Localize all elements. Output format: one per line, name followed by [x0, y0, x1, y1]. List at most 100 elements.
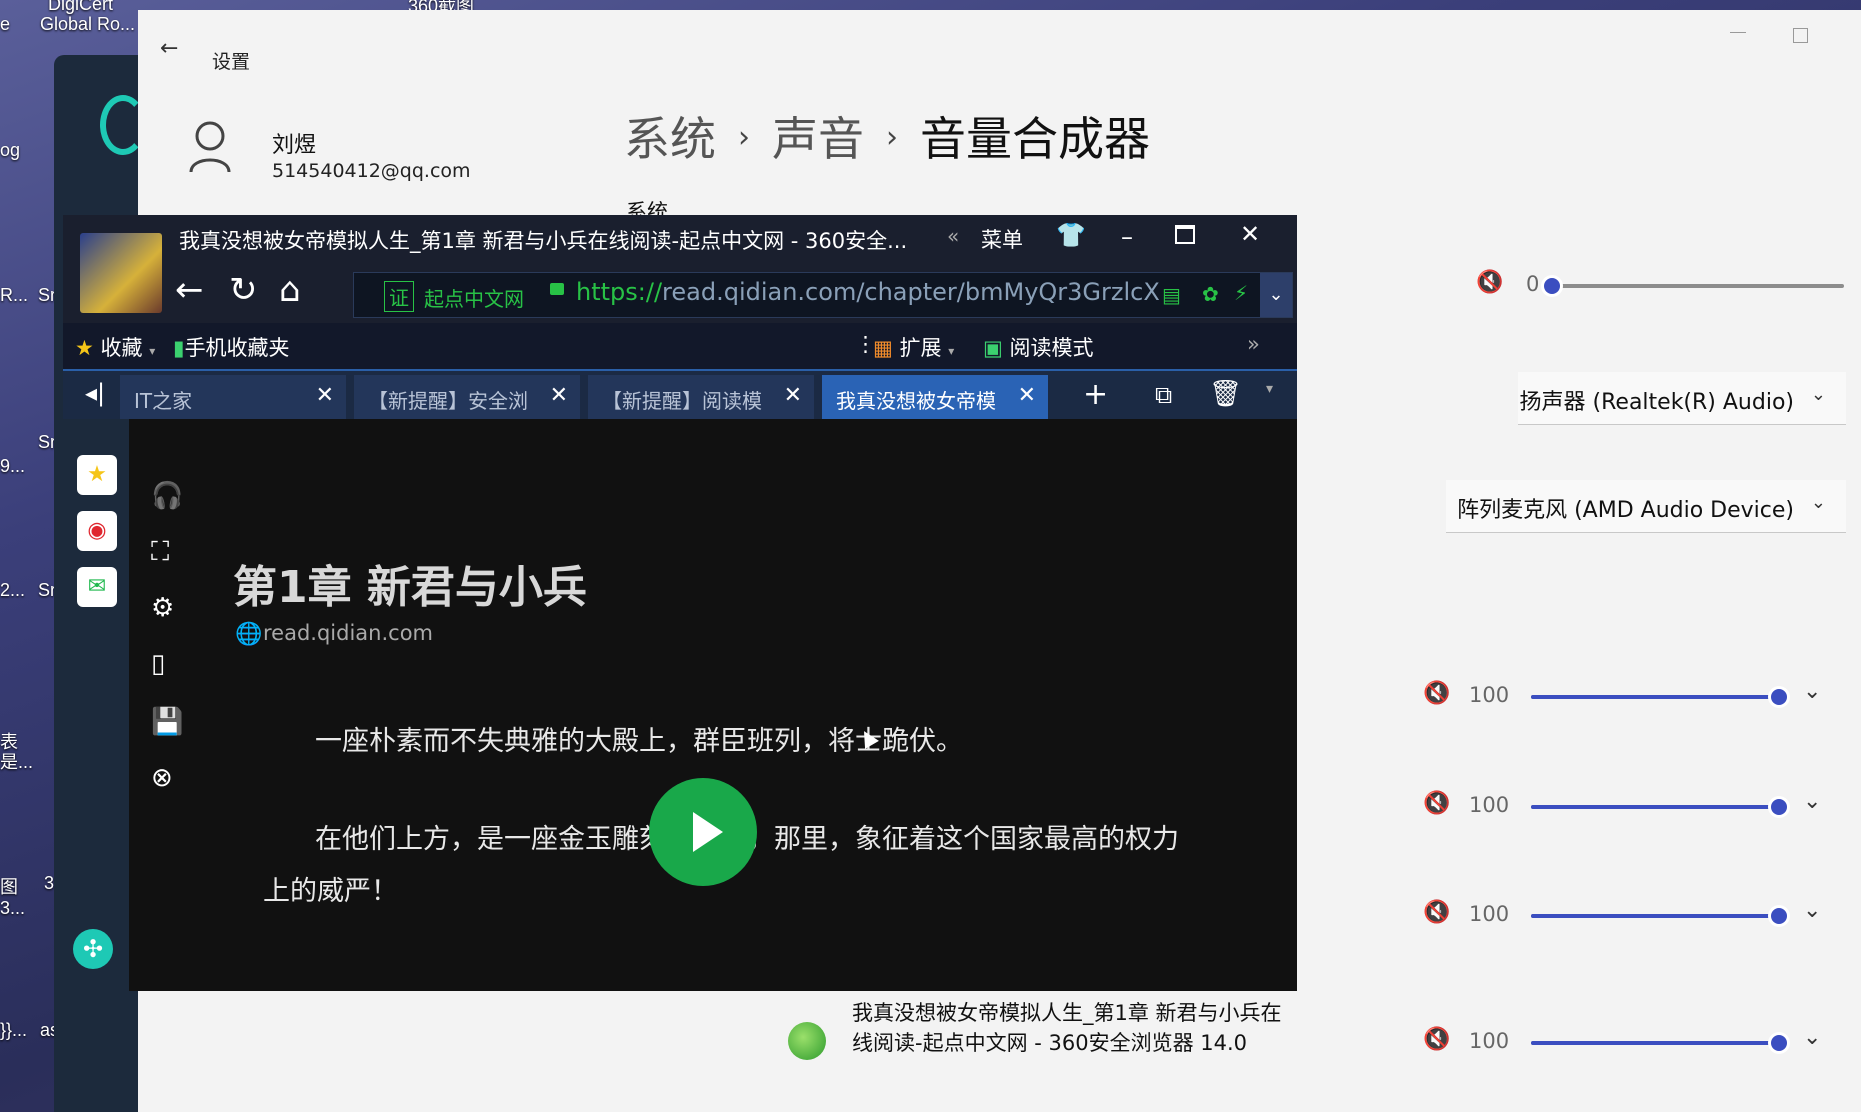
desktop-label[interactable]: Global Ro... [40, 14, 135, 35]
back-arrow-icon[interactable]: ← [160, 38, 178, 60]
skin-shirt-icon[interactable]: 👕 [1056, 221, 1086, 249]
user-name[interactable]: 刘煜 [272, 127, 316, 159]
maximize-button[interactable] [1175, 225, 1195, 244]
app-volume-slider[interactable] [1531, 799, 1787, 815]
app-volume-row: 🔇 100 ⌄ [1423, 896, 1853, 936]
close-circle-icon[interactable]: ⊗ [151, 763, 173, 793]
tab[interactable]: IT之家 ✕ [120, 375, 346, 419]
slider-thumb[interactable] [1544, 278, 1560, 294]
app-volume-slider[interactable] [1531, 908, 1787, 924]
tab-label: IT之家 [134, 389, 193, 413]
minimize-button[interactable]: – [1121, 223, 1133, 251]
lightning-icon[interactable]: ⚡ [1234, 281, 1248, 305]
breadcrumb-item-sound[interactable]: 声音 [772, 112, 864, 166]
home-icon[interactable]: ⌂ [279, 273, 301, 307]
slider-thumb[interactable] [1771, 908, 1787, 924]
desktop-label[interactable]: og [0, 140, 20, 161]
desktop-label[interactable]: 是... [0, 748, 33, 774]
mute-icon[interactable]: 🔇 [1423, 1027, 1450, 1052]
reload-icon[interactable]: ↻ [229, 273, 258, 307]
double-chevron-left-icon[interactable]: « [947, 224, 959, 248]
reading-mode-button[interactable]: ▣ 阅读模式 [983, 332, 1094, 362]
favorites-button[interactable]: ★ 收藏 ▾ [75, 332, 155, 362]
reader-view-icon[interactable]: ▤ [1162, 283, 1181, 307]
chevron-down-icon: ⌄ [1810, 384, 1826, 405]
double-chevron-right-icon[interactable]: » [1247, 332, 1260, 356]
mute-icon[interactable]: 🔇 [1423, 900, 1450, 925]
output-device-dropdown[interactable]: 扬声器 (Realtek(R) Audio) ⌄ [1518, 372, 1846, 425]
close-tab-icon[interactable]: ✕ [1018, 383, 1036, 408]
sidebar-toggle-icon[interactable]: ◂| [85, 379, 105, 407]
slider-thumb[interactable] [1771, 689, 1787, 705]
input-device-dropdown[interactable]: 阵列麦克风 (AMD Audio Device) ⌄ [1446, 480, 1846, 533]
app-volume-slider[interactable] [1531, 1035, 1787, 1051]
desktop-label[interactable]: DigiCert [48, 0, 113, 15]
minimize-button[interactable] [1730, 32, 1746, 33]
chevron-down-icon[interactable]: ⌄ [1260, 273, 1292, 317]
close-tab-icon[interactable]: ✕ [784, 383, 802, 408]
restore-tabs-icon[interactable]: ⧉ [1155, 381, 1172, 409]
settings-gear-icon[interactable]: ⚙ [151, 593, 174, 623]
phone-icon[interactable]: ▯ [151, 649, 165, 679]
address-bar[interactable]: 证 起点中文网 https://read.qidian.com/chapter/… [353, 272, 1293, 318]
volume-value: 100 [1469, 902, 1510, 926]
url-text[interactable]: https://read.qidian.com/chapter/bmMyQr3G… [576, 278, 1160, 306]
star-icon: ★ [75, 336, 94, 360]
close-tab-icon[interactable]: ✕ [550, 383, 568, 408]
mute-icon[interactable]: 🔇 [1423, 681, 1450, 706]
menu-button[interactable]: 菜单 [981, 224, 1023, 254]
desktop-label[interactable]: R... [0, 285, 28, 306]
chevron-down-icon[interactable]: ⌄ [1803, 1025, 1821, 1050]
mobile-favorites-label: 手机收藏夹 [184, 336, 290, 360]
extensions-button[interactable]: ▦ 扩展 ▾ [873, 332, 954, 362]
chevron-down-icon[interactable]: ⌄ [1803, 898, 1821, 923]
tab-bar: ◂| IT之家 ✕ 【新提醒】安全浏 ✕ 【新提醒】阅读模 ✕ 我真没想被女帝模… [63, 371, 1297, 419]
certificate-badge[interactable]: 证 [384, 281, 414, 312]
tab[interactable]: 【新提醒】安全浏 ✕ [354, 375, 580, 419]
chevron-down-icon[interactable]: ⌄ [1803, 679, 1821, 704]
slider-thumb[interactable] [1771, 1035, 1787, 1051]
engine-icon[interactable]: ✿ [1202, 282, 1219, 306]
slider-thumb[interactable] [1771, 799, 1787, 815]
desktop-label[interactable]: 3 [44, 873, 54, 894]
trash-icon[interactable]: 🗑 [1209, 379, 1242, 409]
desktop-label[interactable]: }}... [0, 1020, 27, 1041]
desktop-label[interactable]: 9... [0, 456, 25, 477]
output-device-label: 扬声器 (Realtek(R) Audio) [1519, 390, 1794, 415]
app-volume-slider[interactable] [1531, 689, 1787, 705]
user-avatar-icon[interactable] [188, 120, 232, 174]
mail-icon[interactable]: ✉ [77, 567, 117, 607]
chapter-site[interactable]: read.qidian.com [263, 621, 433, 645]
tab-active[interactable]: 我真没想被女帝模 ✕ [822, 375, 1048, 419]
chevron-down-icon[interactable]: ⌄ [1803, 789, 1821, 814]
back-arrow-icon[interactable]: ← [175, 273, 204, 307]
caret-down-icon[interactable]: ▾ [1266, 381, 1273, 397]
breadcrumb-item-system[interactable]: 系统 [624, 112, 716, 166]
lock-icon[interactable] [550, 283, 564, 295]
tab-label: 【新提醒】安全浏 [368, 389, 528, 413]
close-tab-icon[interactable]: ✕ [316, 383, 334, 408]
mute-icon[interactable]: 🔇 [1423, 791, 1450, 816]
mobile-favorites-button[interactable]: ▮手机收藏夹 [173, 332, 290, 362]
certificate-site-name[interactable]: 起点中文网 [424, 283, 524, 312]
headphones-icon[interactable]: 🎧 [151, 481, 183, 511]
new-tab-plus-icon[interactable]: + [1083, 377, 1108, 412]
maximize-button[interactable] [1793, 28, 1808, 43]
favorites-star-icon[interactable]: ★ [77, 455, 117, 495]
bookmarks-bar: ★ 收藏 ▾ ▮手机收藏夹 ⋮ ▦ 扩展 ▾ ▣ 阅读模式 » [63, 323, 1297, 371]
weibo-icon[interactable]: ◉ [77, 511, 117, 551]
desktop-label[interactable]: 3... [0, 898, 25, 919]
close-button[interactable]: ✕ [1240, 220, 1260, 248]
settings-titlebar: ← 设置 [138, 10, 1861, 73]
mute-icon[interactable]: 🔇 [1476, 270, 1503, 295]
desktop-label[interactable]: 2... [0, 580, 25, 601]
system-volume-slider[interactable] [1544, 278, 1844, 294]
desktop-label[interactable]: e [0, 14, 10, 35]
tab[interactable]: 【新提醒】阅读模 ✕ [588, 375, 814, 419]
play-button[interactable] [649, 778, 757, 886]
user-avatar[interactable] [80, 233, 162, 313]
desktop-label[interactable]: 图 [0, 873, 18, 899]
sidebar-app-icon[interactable]: ✣ [73, 929, 113, 969]
save-icon[interactable]: 💾 [151, 707, 183, 737]
fullscreen-icon[interactable]: ⛶ [151, 537, 169, 568]
